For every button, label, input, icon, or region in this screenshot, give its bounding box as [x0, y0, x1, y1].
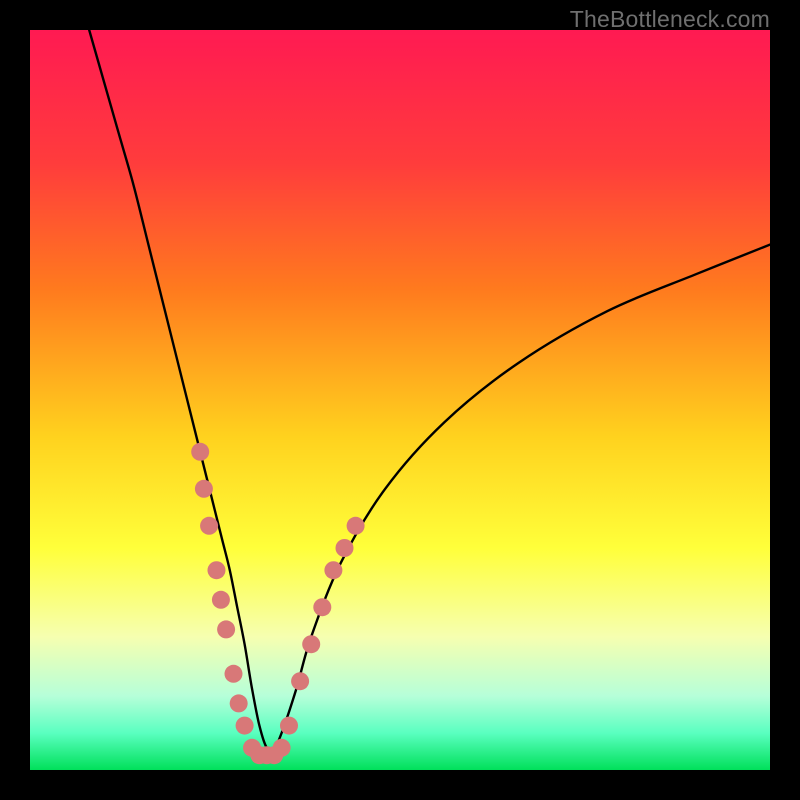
chart-frame: TheBottleneck.com: [0, 0, 800, 800]
marker-dot: [200, 517, 218, 535]
marker-dot: [347, 517, 365, 535]
marker-dot: [212, 591, 230, 609]
marker-dot: [236, 717, 254, 735]
marker-dot: [336, 539, 354, 557]
marker-dot: [324, 561, 342, 579]
plot-area: [30, 30, 770, 770]
marker-dot: [280, 717, 298, 735]
marker-dot: [225, 665, 243, 683]
marker-dot: [313, 598, 331, 616]
marker-dot: [291, 672, 309, 690]
chart-svg: [30, 30, 770, 770]
marker-dot: [230, 694, 248, 712]
marker-dot: [302, 635, 320, 653]
marker-dot: [217, 620, 235, 638]
watermark-text: TheBottleneck.com: [570, 6, 770, 33]
marker-dot: [273, 739, 291, 757]
chart-background: [30, 30, 770, 770]
marker-dot: [207, 561, 225, 579]
marker-dot: [195, 480, 213, 498]
marker-dot: [191, 443, 209, 461]
